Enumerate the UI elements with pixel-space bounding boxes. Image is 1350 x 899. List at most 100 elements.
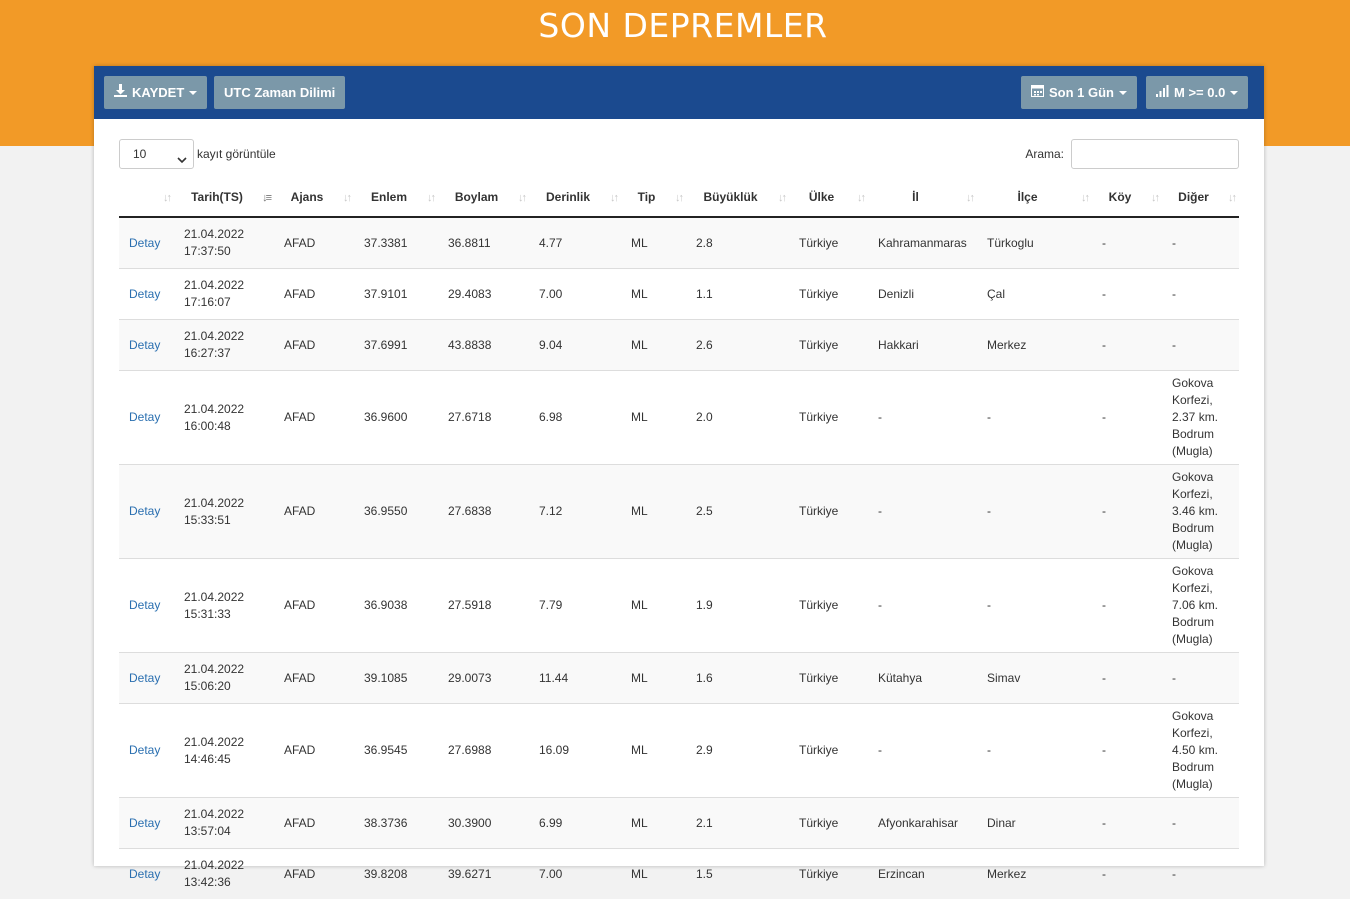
cell-type: ML xyxy=(621,269,686,320)
cell-time-value: 17:37:50 xyxy=(184,243,264,260)
magnitude-dropdown[interactable]: M >= 0.0 xyxy=(1146,76,1248,109)
timezone-button[interactable]: UTC Zaman Dilimi xyxy=(214,76,345,109)
cell-type: ML xyxy=(621,465,686,559)
cell-date: 21.04.202215:06:20 xyxy=(174,653,274,704)
column-header-tarih[interactable]: Tarih(TS)↓≡ xyxy=(174,178,274,217)
cell-village: - xyxy=(1092,704,1162,798)
table-row: Detay21.04.202213:57:04AFAD38.373630.390… xyxy=(119,798,1239,849)
detail-link[interactable]: Detay xyxy=(119,217,174,269)
cell-date-value: 21.04.2022 xyxy=(184,589,264,606)
table-row: Detay21.04.202217:16:07AFAD37.910129.408… xyxy=(119,269,1239,320)
cell-time-value: 15:31:33 xyxy=(184,606,264,623)
cell-district: Merkez xyxy=(977,849,1092,899)
cell-date: 21.04.202213:57:04 xyxy=(174,798,274,849)
cell-depth: 16.09 xyxy=(529,704,621,798)
cell-lon: 27.5918 xyxy=(438,559,529,653)
table-row: Detay21.04.202217:37:50AFAD37.338136.881… xyxy=(119,217,1239,269)
column-header-buyukluk[interactable]: Büyüklük↓↑ xyxy=(686,178,789,217)
cell-village: - xyxy=(1092,269,1162,320)
sort-arrows-icon: ↓↑ xyxy=(1151,192,1158,204)
period-dropdown[interactable]: Son 1 Gün xyxy=(1021,76,1137,109)
cell-other: Gokova Korfezi, 7.06 km. Bodrum (Mugla) xyxy=(1162,559,1239,653)
cell-date: 21.04.202213:42:36 xyxy=(174,849,274,899)
column-header-label: Köy xyxy=(1109,190,1132,204)
cell-village: - xyxy=(1092,371,1162,465)
cell-mag: 1.1 xyxy=(686,269,789,320)
column-header-il[interactable]: İl↓↑ xyxy=(868,178,977,217)
page-length-label: kayıt görüntüle xyxy=(197,147,276,161)
cell-time-value: 14:46:45 xyxy=(184,751,264,768)
cell-type: ML xyxy=(621,320,686,371)
detail-link[interactable]: Detay xyxy=(119,653,174,704)
cell-lat: 38.3736 xyxy=(354,798,438,849)
cell-province: Kütahya xyxy=(868,653,977,704)
detail-link[interactable]: Detay xyxy=(119,269,174,320)
calendar-icon xyxy=(1031,76,1044,109)
detail-link[interactable]: Detay xyxy=(119,704,174,798)
detail-link[interactable]: Detay xyxy=(119,320,174,371)
cell-province: - xyxy=(868,371,977,465)
cell-other: - xyxy=(1162,269,1239,320)
cell-lat: 37.9101 xyxy=(354,269,438,320)
table-row: Detay21.04.202215:33:51AFAD36.955027.683… xyxy=(119,465,1239,559)
column-header-boylam[interactable]: Boylam↓↑ xyxy=(438,178,529,217)
column-header-koy[interactable]: Köy ↓↑ xyxy=(1092,178,1162,217)
cell-village: - xyxy=(1092,559,1162,653)
column-header-enlem[interactable]: Enlem↓↑ xyxy=(354,178,438,217)
column-header-ulke[interactable]: Ülke↓↑ xyxy=(789,178,868,217)
table-row: Detay21.04.202216:27:37AFAD37.699143.883… xyxy=(119,320,1239,371)
cell-country: Türkiye xyxy=(789,217,868,269)
cell-lat: 39.1085 xyxy=(354,653,438,704)
column-header-label: İl xyxy=(912,190,919,204)
cell-lat: 36.9545 xyxy=(354,704,438,798)
main-panel: KAYDET UTC Zaman Dilimi Son 1 Gün M >= 0… xyxy=(94,66,1264,866)
cell-lon: 39.6271 xyxy=(438,849,529,899)
detail-link[interactable]: Detay xyxy=(119,559,174,653)
column-header-label: İlçe xyxy=(1017,190,1037,204)
cell-lat: 36.9600 xyxy=(354,371,438,465)
cell-mag: 2.9 xyxy=(686,704,789,798)
cell-time-value: 15:06:20 xyxy=(184,678,264,695)
column-header-label: Boylam xyxy=(455,190,498,204)
column-header-label: Ülke xyxy=(809,190,834,204)
cell-province: Denizli xyxy=(868,269,977,320)
table-body: Detay21.04.202217:37:50AFAD37.338136.881… xyxy=(119,217,1239,899)
detail-link[interactable]: Detay xyxy=(119,371,174,465)
cell-lon: 29.0073 xyxy=(438,653,529,704)
cell-mag: 1.5 xyxy=(686,849,789,899)
cell-depth: 6.99 xyxy=(529,798,621,849)
detail-link[interactable]: Detay xyxy=(119,798,174,849)
cell-other: Gokova Korfezi, 3.46 km. Bodrum (Mugla) xyxy=(1162,465,1239,559)
sort-arrows-icon: ↓↑ xyxy=(343,192,350,204)
download-icon xyxy=(114,76,127,109)
save-button[interactable]: KAYDET xyxy=(104,76,207,109)
column-header-ajans[interactable]: Ajans↓↑ xyxy=(274,178,354,217)
save-button-label: KAYDET xyxy=(132,76,184,109)
cell-country: Türkiye xyxy=(789,269,868,320)
column-header-blank[interactable]: ↓↑ xyxy=(119,178,174,217)
cell-mag: 2.5 xyxy=(686,465,789,559)
column-header-diger[interactable]: Diğer↓↑ xyxy=(1162,178,1239,217)
column-header-label: Büyüklük xyxy=(703,190,757,204)
cell-lon: 27.6988 xyxy=(438,704,529,798)
column-header-label: Tarih(TS) xyxy=(191,190,243,204)
cell-time-value: 13:42:36 xyxy=(184,874,264,891)
cell-district: - xyxy=(977,559,1092,653)
cell-lon: 43.8838 xyxy=(438,320,529,371)
table-controls: 10 kayıt görüntüle Arama: xyxy=(119,139,1239,179)
detail-link[interactable]: Detay xyxy=(119,465,174,559)
cell-type: ML xyxy=(621,849,686,899)
search-input[interactable] xyxy=(1071,139,1239,169)
detail-link[interactable]: Detay xyxy=(119,849,174,899)
cell-lat: 39.8208 xyxy=(354,849,438,899)
cell-country: Türkiye xyxy=(789,559,868,653)
cell-province: Afyonkarahisar xyxy=(868,798,977,849)
cell-lat: 36.9550 xyxy=(354,465,438,559)
column-header-tip[interactable]: Tip↓↑ xyxy=(621,178,686,217)
magnitude-dropdown-label: M >= 0.0 xyxy=(1174,76,1225,109)
column-header-ilce[interactable]: İlçe↓↑ xyxy=(977,178,1092,217)
cell-date: 21.04.202216:27:37 xyxy=(174,320,274,371)
column-header-derinlik[interactable]: Derinlik↓↑ xyxy=(529,178,621,217)
page-length-select[interactable]: 10 xyxy=(119,139,194,169)
chevron-down-icon xyxy=(1230,91,1238,95)
